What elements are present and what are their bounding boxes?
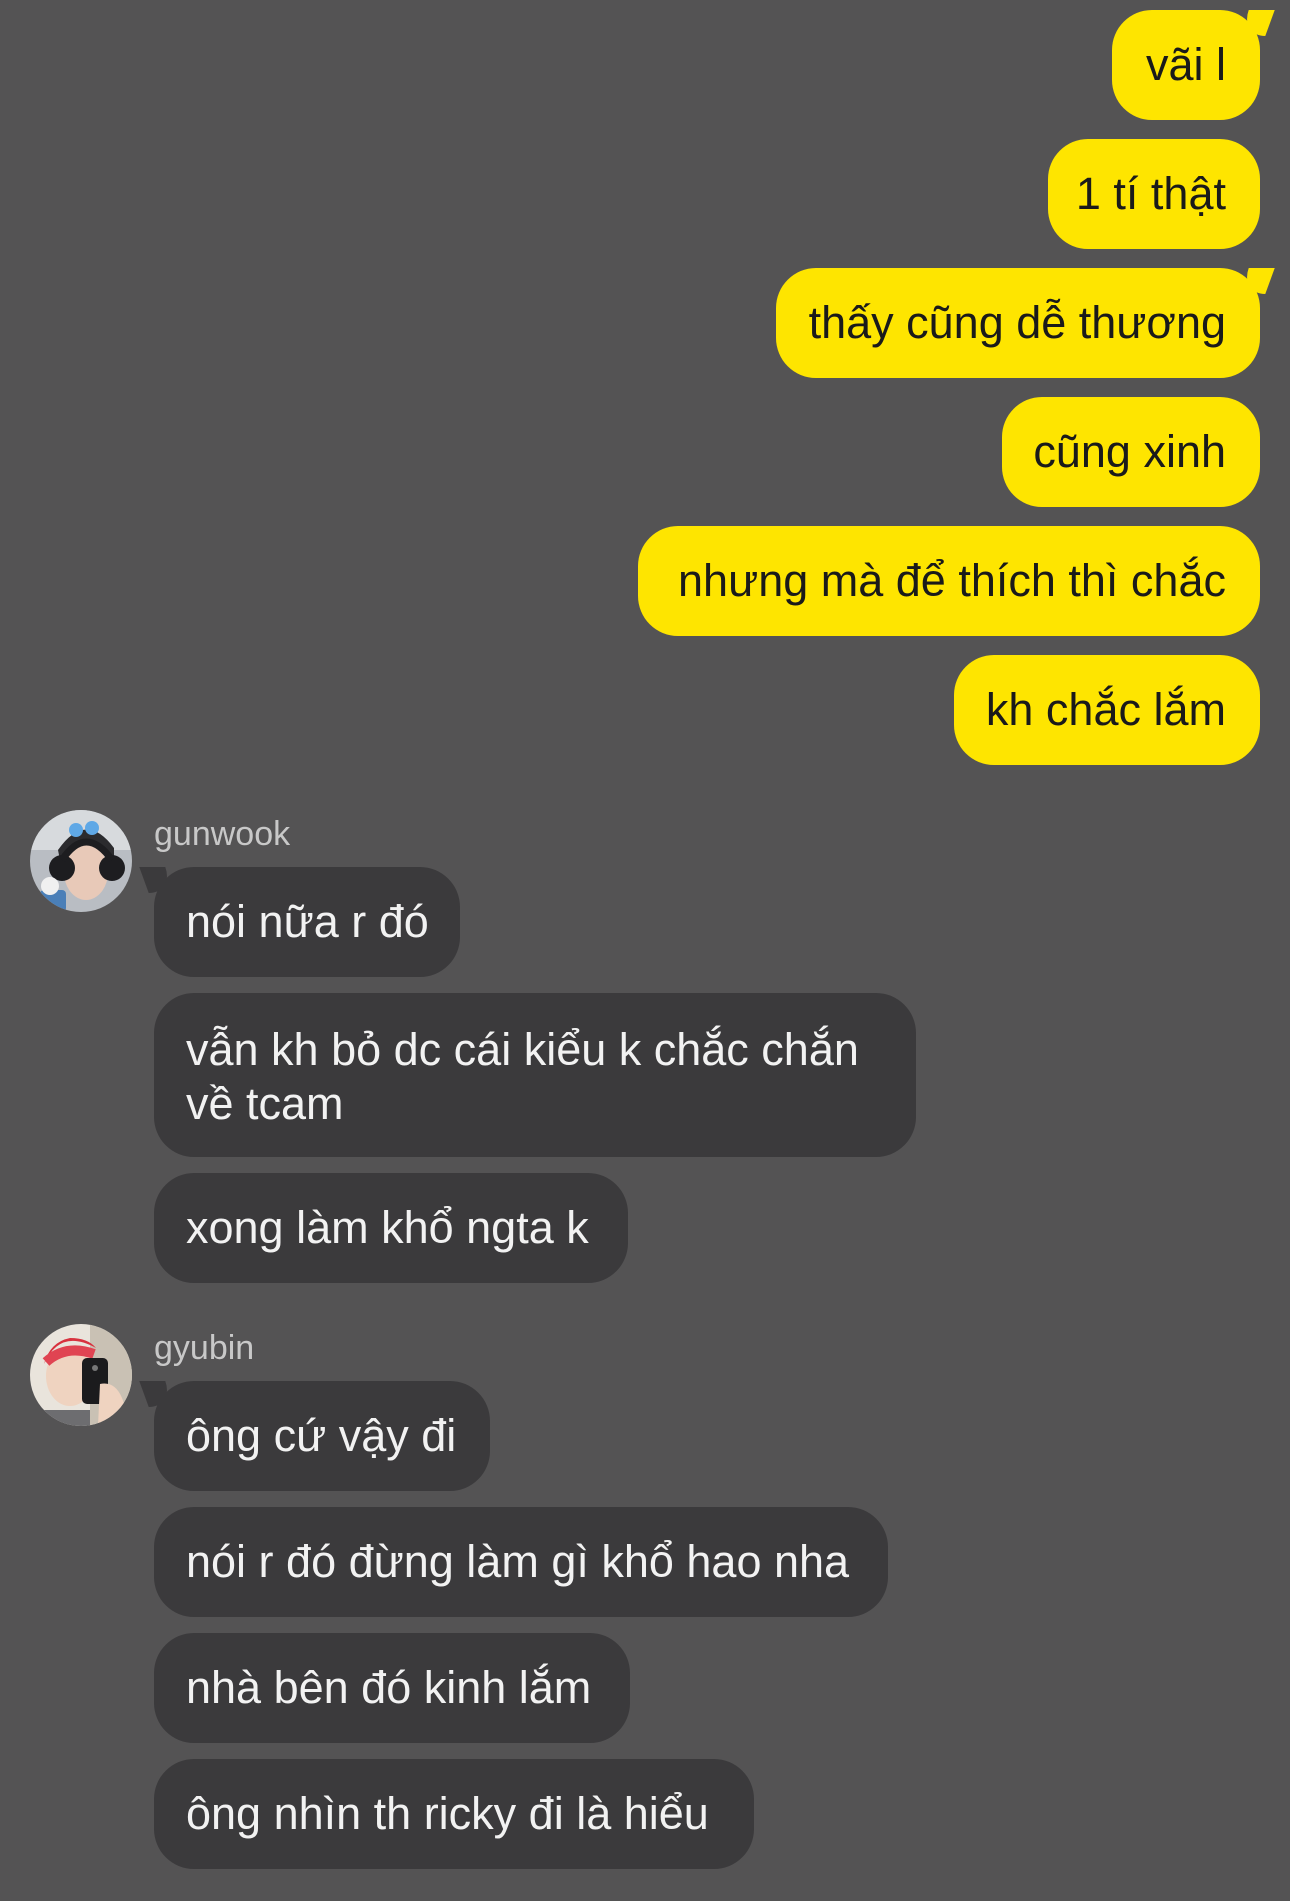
message-text: 1 tí thật: [1075, 168, 1226, 219]
person-avatar-icon: [30, 1324, 132, 1426]
received-message[interactable]: ông nhìn th ricky đi là hiểu: [154, 1759, 754, 1869]
received-message[interactable]: ông cứ vậy đi: [154, 1381, 490, 1491]
chat-thread: vãi l 1 tí thật thấy cũng dễ thương cũng…: [0, 0, 1290, 1901]
message-text: ông cứ vậy đi: [186, 1410, 457, 1461]
sent-message[interactable]: vãi l: [1112, 10, 1260, 120]
received-message[interactable]: vẫn kh bỏ dc cái kiểu k chắc chắn về tca…: [154, 993, 916, 1157]
message-text: vãi l: [1145, 39, 1226, 90]
sent-message[interactable]: cũng xinh: [1002, 397, 1260, 507]
received-message[interactable]: xong làm khổ ngta k: [154, 1173, 628, 1283]
received-message[interactable]: nói r đó đừng làm gì khổ hao nha: [154, 1507, 888, 1617]
message-text: xong làm khổ ngta k: [186, 1202, 589, 1253]
person-avatar-icon: [30, 810, 132, 912]
sent-message[interactable]: nhưng mà để thích thì chắc: [638, 526, 1260, 636]
avatar[interactable]: [30, 810, 132, 912]
sender-name: gyubin: [154, 1329, 255, 1367]
message-text: ông nhìn th ricky đi là hiểu: [186, 1788, 709, 1839]
sender-name: gunwook: [154, 815, 291, 853]
message-text: kh chắc lắm: [985, 684, 1226, 735]
received-message[interactable]: nói nữa r đó: [154, 867, 460, 977]
sent-message[interactable]: thấy cũng dễ thương: [776, 268, 1260, 378]
message-text: thấy cũng dễ thương: [808, 297, 1226, 348]
message-text: nhà bên đó kinh lắm: [186, 1662, 592, 1713]
message-text: vẫn kh bỏ dc cái kiểu k chắc chắn về tca…: [186, 1024, 859, 1129]
message-text: cũng xinh: [1033, 426, 1226, 477]
sent-message[interactable]: kh chắc lắm: [954, 655, 1260, 765]
sent-message[interactable]: 1 tí thật: [1048, 139, 1260, 249]
message-text: nhưng mà để thích thì chắc: [678, 555, 1226, 606]
avatar[interactable]: [30, 1324, 132, 1426]
received-message[interactable]: nhà bên đó kinh lắm: [154, 1633, 630, 1743]
message-text: nói r đó đừng làm gì khổ hao nha: [186, 1536, 850, 1587]
message-text: nói nữa r đó: [186, 896, 429, 947]
